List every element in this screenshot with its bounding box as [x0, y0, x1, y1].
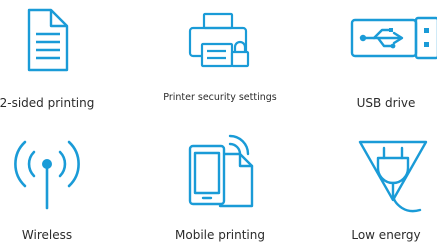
feature-2-sided-printing: 2-sided printing	[0, 0, 127, 120]
feature-label: USB drive	[356, 96, 416, 110]
feature-label: Low energy	[351, 228, 421, 242]
feature-printer-security: Printer security settings	[140, 0, 300, 120]
feature-label: Mobile printing	[175, 228, 265, 242]
printer-lock-icon	[188, 12, 250, 68]
low-energy-icon	[358, 140, 428, 213]
feature-label: Wireless	[21, 228, 73, 242]
mobile-printing-icon	[188, 134, 254, 208]
usb-icon	[350, 16, 437, 60]
feature-wireless: Wireless	[0, 120, 127, 243]
feature-label: 2-sided printing	[0, 96, 95, 110]
feature-mobile-printing: Mobile printing	[140, 120, 300, 243]
wireless-icon	[14, 140, 80, 210]
feature-usb-drive: USB drive	[306, 0, 437, 120]
feature-label: Printer security settings	[163, 92, 277, 103]
document-icon	[27, 8, 69, 72]
feature-low-energy: Low energy	[306, 120, 437, 243]
